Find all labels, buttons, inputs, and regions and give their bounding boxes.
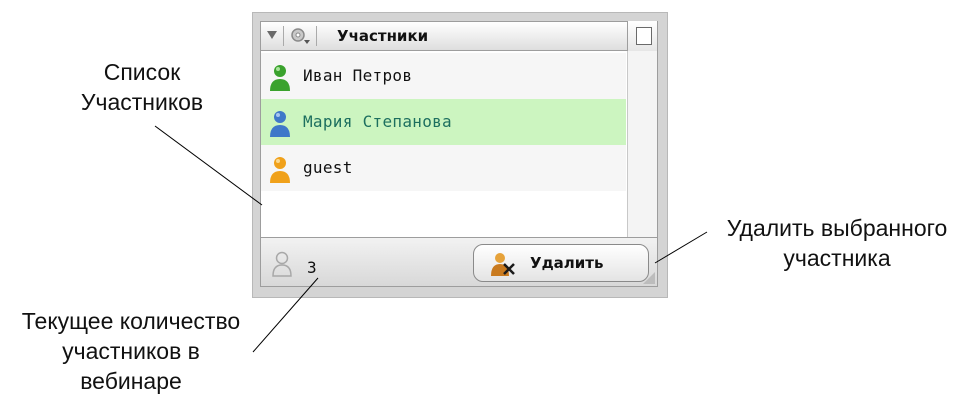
screenshot-stage: Участники Иван Петров Мария Степанова gu…: [0, 0, 978, 397]
callout-lines: [154, 125, 708, 353]
callout-line-delete: [654, 231, 708, 264]
callout-line-list: [154, 125, 263, 206]
callout-line-count: [252, 277, 319, 353]
